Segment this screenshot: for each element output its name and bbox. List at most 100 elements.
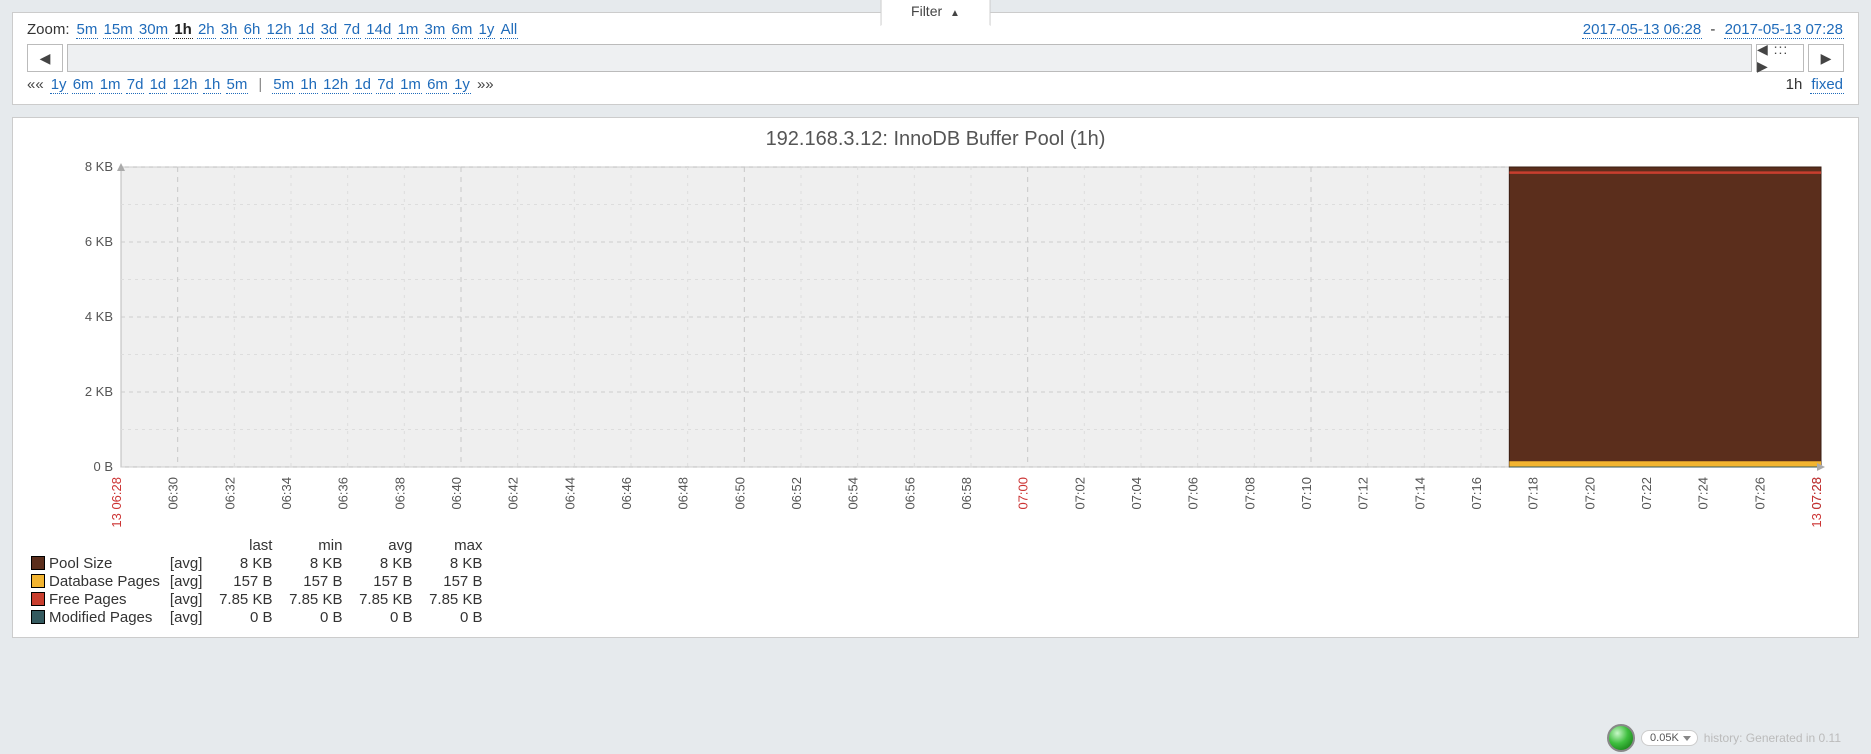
svg-text:05-13 07:28: 05-13 07:28 — [1809, 477, 1824, 527]
nav-back-1h[interactable]: 1h — [203, 76, 222, 94]
legend-max: 0 B — [422, 609, 492, 627]
legend-swatch — [31, 610, 45, 624]
zoom-option-3m[interactable]: 3m — [424, 21, 447, 39]
controls-panel: Filter ▲ Zoom: 5m 15m 30m 1h 2h 3h 6h 12… — [12, 12, 1859, 105]
slider-next-button[interactable]: ▶ — [1808, 44, 1844, 72]
svg-text:07:24: 07:24 — [1695, 477, 1710, 510]
footer-note: history: Generated in 0.11 — [1704, 731, 1841, 745]
svg-text:06:36: 06:36 — [335, 477, 350, 510]
daterange-sep: - — [1706, 21, 1719, 38]
svg-text:06:44: 06:44 — [562, 477, 577, 510]
slider-prev-button[interactable]: ◀ — [27, 44, 63, 72]
nav-fwd-1h[interactable]: 1h — [299, 76, 318, 94]
zoom-option-1y[interactable]: 1y — [478, 21, 496, 39]
legend-series-name: Pool Size — [49, 555, 112, 572]
nav-back-7d[interactable]: 7d — [126, 76, 145, 94]
nav-back-12h[interactable]: 12h — [171, 76, 198, 94]
chart-plot: 0 B2 KB4 KB6 KB8 KB06:3006:3206:3406:360… — [31, 157, 1841, 527]
nav-back-6m[interactable]: 6m — [72, 76, 95, 94]
svg-text:06:46: 06:46 — [619, 477, 634, 510]
zoom-option-14d[interactable]: 14d — [365, 21, 392, 39]
nav-fwd-1d[interactable]: 1d — [353, 76, 372, 94]
nav-separator: | — [254, 76, 266, 93]
legend-min: 8 KB — [282, 555, 352, 573]
svg-text:07:18: 07:18 — [1525, 477, 1540, 510]
legend-swatch — [31, 556, 45, 570]
nav-fwd-7d[interactable]: 7d — [376, 76, 395, 94]
zoom-option-1m[interactable]: 1m — [397, 21, 420, 39]
zoom-option-15m[interactable]: 15m — [103, 21, 134, 39]
legend-col-min: min — [282, 537, 352, 555]
svg-text:06:40: 06:40 — [449, 477, 464, 510]
zoom-option-7d[interactable]: 7d — [342, 21, 361, 39]
legend-min: 7.85 KB — [282, 591, 352, 609]
zoom-option-3d[interactable]: 3d — [320, 21, 339, 39]
svg-text:07:00: 07:00 — [1015, 477, 1030, 510]
nav-fwd-12h[interactable]: 12h — [322, 76, 349, 94]
legend-agg: [avg] — [170, 555, 213, 573]
legend-series-name: Modified Pages — [49, 609, 152, 626]
svg-text:07:10: 07:10 — [1299, 477, 1314, 510]
date-range: 2017-05-13 06:28 - 2017-05-13 07:28 — [1582, 21, 1844, 38]
nav-fwd-6m[interactable]: 6m — [426, 76, 449, 94]
svg-text:07:14: 07:14 — [1412, 477, 1427, 510]
nav-fwd-1y[interactable]: 1y — [453, 76, 471, 94]
zoom-option-5m[interactable]: 5m — [76, 21, 99, 39]
svg-text:07:08: 07:08 — [1242, 477, 1257, 510]
zoom-option-6m[interactable]: 6m — [451, 21, 474, 39]
legend-last: 0 B — [212, 609, 282, 627]
zoom-option-30m[interactable]: 30m — [138, 21, 169, 39]
legend-avg: 7.85 KB — [352, 591, 422, 609]
svg-text:07:22: 07:22 — [1639, 477, 1654, 510]
svg-text:4 KB: 4 KB — [84, 309, 112, 324]
legend-col-blank1 — [170, 537, 213, 555]
svg-text:07:06: 07:06 — [1185, 477, 1200, 510]
svg-text:8 KB: 8 KB — [84, 159, 112, 174]
status-widget: 0.05K history: Generated in 0.11 — [1607, 724, 1841, 752]
nav-back-double[interactable]: «« — [27, 76, 44, 93]
legend-col-max: max — [422, 537, 492, 555]
svg-text:06:30: 06:30 — [165, 477, 180, 510]
svg-text:07:02: 07:02 — [1072, 477, 1087, 510]
filter-tab[interactable]: Filter ▲ — [880, 0, 991, 26]
zoom-option-12h[interactable]: 12h — [266, 21, 293, 39]
status-pill[interactable]: 0.05K — [1641, 730, 1698, 746]
nav-current: 1h — [1786, 76, 1803, 93]
nav-back-1m[interactable]: 1m — [99, 76, 122, 94]
slider-range-button[interactable]: ◀ ::: ▶ — [1756, 44, 1804, 72]
svg-text:0 B: 0 B — [93, 459, 113, 474]
legend-table: lastminavgmax Pool Size[avg]8 KB8 KB8 KB… — [31, 537, 492, 627]
svg-text:06:56: 06:56 — [902, 477, 917, 510]
status-orb-icon — [1607, 724, 1635, 752]
legend-max: 157 B — [422, 573, 492, 591]
zoom-option-1h[interactable]: 1h — [173, 21, 193, 39]
legend-agg: [avg] — [170, 591, 213, 609]
nav-back-1y[interactable]: 1y — [50, 76, 68, 94]
svg-text:06:38: 06:38 — [392, 477, 407, 510]
legend-row: Free Pages[avg]7.85 KB7.85 KB7.85 KB7.85… — [31, 591, 492, 609]
time-slider-row: ◀ ◀ ::: ▶ ▶ — [27, 44, 1844, 72]
svg-text:6 KB: 6 KB — [84, 234, 112, 249]
nav-mode[interactable]: fixed — [1810, 76, 1844, 94]
svg-text:06:42: 06:42 — [505, 477, 520, 510]
nav-fwd-double[interactable]: »» — [477, 76, 494, 93]
zoom-option-2h[interactable]: 2h — [197, 21, 216, 39]
nav-fwd-5m[interactable]: 5m — [272, 76, 295, 94]
daterange-to[interactable]: 2017-05-13 07:28 — [1724, 21, 1844, 39]
nav-back-5m[interactable]: 5m — [226, 76, 249, 94]
slider-track[interactable] — [67, 44, 1752, 72]
svg-text:06:52: 06:52 — [789, 477, 804, 510]
zoom-option-1d[interactable]: 1d — [297, 21, 316, 39]
nav-back-1d[interactable]: 1d — [149, 76, 168, 94]
zoom-option-3h[interactable]: 3h — [220, 21, 239, 39]
zoom-option-6h[interactable]: 6h — [243, 21, 262, 39]
legend-col-blank0 — [31, 537, 170, 555]
daterange-from[interactable]: 2017-05-13 06:28 — [1582, 21, 1702, 39]
svg-text:07:16: 07:16 — [1469, 477, 1484, 510]
nav-fwd-1m[interactable]: 1m — [399, 76, 422, 94]
zoom-option-All[interactable]: All — [500, 21, 519, 39]
svg-text:06:54: 06:54 — [845, 477, 860, 510]
legend-min: 0 B — [282, 609, 352, 627]
svg-text:07:04: 07:04 — [1129, 477, 1144, 510]
legend-avg: 8 KB — [352, 555, 422, 573]
